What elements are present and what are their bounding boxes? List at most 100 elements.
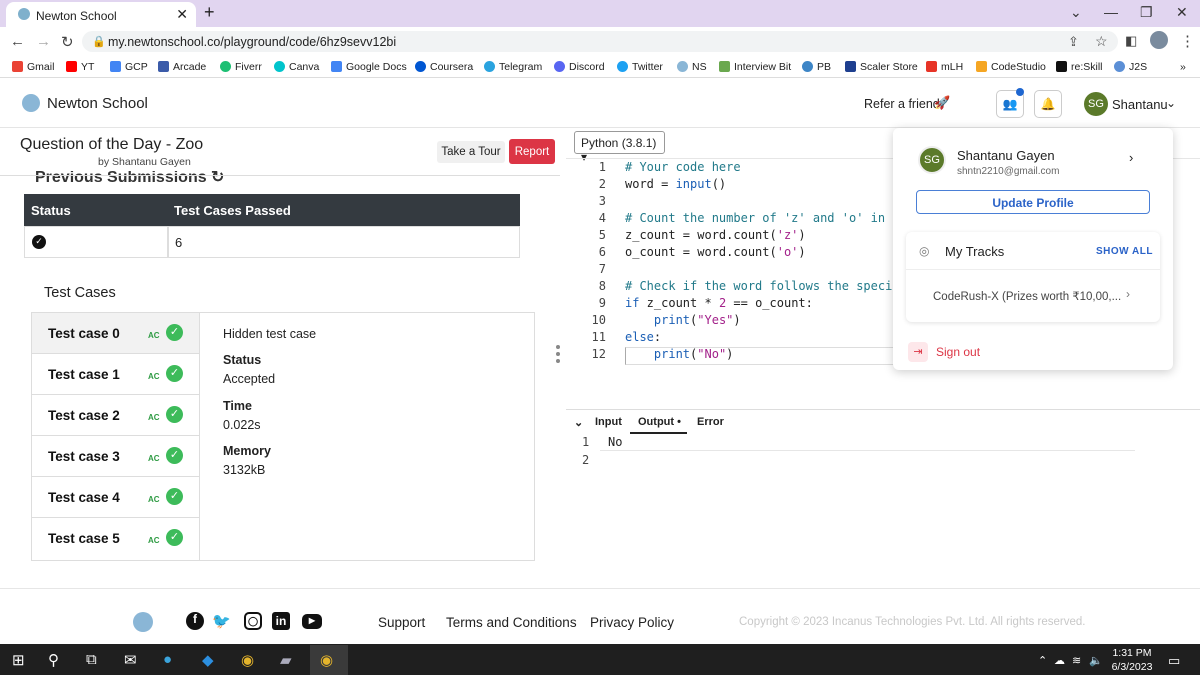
report-button[interactable]: Report — [509, 139, 555, 164]
notes-app-icon[interactable]: ▰ — [280, 651, 292, 669]
collapse-chevron-icon[interactable]: ⌄ — [574, 416, 583, 429]
test-case-item-2[interactable]: Test case 2 AC ✓ — [32, 395, 199, 436]
browser-menu-icon[interactable]: ⋮ — [1180, 32, 1195, 50]
bookmark-pb[interactable]: PB — [802, 61, 831, 73]
test-case-item-5[interactable]: Test case 5 AC ✓ — [32, 518, 199, 559]
test-case-item-1[interactable]: Test case 1 AC ✓ — [32, 354, 199, 395]
new-tab-icon[interactable]: + — [204, 2, 215, 23]
volume-icon[interactable]: 🔈 — [1089, 654, 1103, 667]
footer-divider — [0, 588, 1200, 589]
bookmark-coursera[interactable]: Coursera — [415, 61, 473, 73]
track-item[interactable]: CodeRush-X (Prizes worth ₹10,00,... — [933, 289, 1121, 303]
bookmark-fiverr[interactable]: Fiverr — [220, 61, 262, 73]
share-icon[interactable]: ⇪ — [1068, 34, 1079, 50]
taskbar-clock[interactable]: 1:31 PM 6/3/2023 — [1108, 646, 1156, 674]
bookmark-telegram[interactable]: Telegram — [484, 61, 542, 73]
avatar[interactable]: SG — [1084, 92, 1108, 116]
sign-out-link[interactable]: Sign out — [936, 345, 980, 359]
close-tab-icon[interactable]: ✕ — [176, 6, 188, 23]
mail-icon[interactable]: ✉ — [124, 651, 137, 669]
instagram-icon[interactable]: ◯ — [244, 612, 262, 630]
chevron-right-icon[interactable]: › — [1129, 150, 1133, 165]
wifi-icon[interactable]: ≋ — [1072, 654, 1081, 667]
bookmark-yt[interactable]: YT — [66, 61, 94, 73]
browser-profile-icon[interactable] — [1150, 31, 1168, 49]
search-icon[interactable]: ⚲ — [48, 651, 59, 669]
test-case-item-4[interactable]: Test case 4 AC ✓ — [32, 477, 199, 518]
tray-chevron-up-icon[interactable]: ⌃ — [1038, 654, 1047, 667]
bookmark-star-icon[interactable]: ☆ — [1095, 33, 1108, 50]
sidepanel-icon[interactable]: ◧ — [1125, 33, 1137, 49]
url-field[interactable]: 🔒 my.newtonschool.co/playground/code/6hz… — [82, 31, 1118, 52]
bookmark-google-docs[interactable]: Google Docs — [331, 61, 407, 73]
test-case-item-3[interactable]: Test case 3 AC ✓ — [32, 436, 199, 477]
j2s-icon — [1114, 61, 1125, 72]
windows-start-icon[interactable]: ⊞ — [12, 651, 25, 669]
cloud-icon[interactable]: ☁ — [1054, 654, 1065, 667]
back-icon[interactable]: ← — [10, 33, 25, 50]
bookmark-interview-bit[interactable]: Interview Bit — [719, 61, 791, 73]
bookmark-discord[interactable]: Discord — [554, 61, 605, 73]
privacy-link[interactable]: Privacy Policy — [590, 615, 674, 630]
maximize-icon[interactable]: ❐ — [1140, 4, 1153, 21]
youtube-icon[interactable]: ▶ — [302, 614, 322, 629]
check-circle-icon: ✓ — [166, 365, 183, 382]
bookmark-canva[interactable]: Canva — [274, 61, 319, 73]
my-tracks-title: My Tracks — [945, 244, 1005, 259]
bookmark-arcade[interactable]: Arcade — [158, 61, 206, 73]
chrome-icon[interactable]: ◉ — [241, 651, 254, 669]
task-view-icon[interactable]: ⧉ — [86, 651, 97, 668]
language-select[interactable]: Python (3.8.1) ▾ — [574, 131, 665, 164]
brand-name[interactable]: Newton School — [47, 95, 148, 112]
newton-logo-icon[interactable] — [22, 94, 40, 112]
dropdown-user-name[interactable]: Shantanu Gayen — [957, 148, 1055, 163]
forward-icon[interactable]: → — [36, 33, 51, 50]
bookmark-gmail[interactable]: Gmail — [12, 61, 54, 73]
terms-link[interactable]: Terms and Conditions — [446, 615, 577, 630]
panel-resize-handle[interactable] — [556, 345, 560, 367]
facebook-icon[interactable]: f — [186, 612, 204, 630]
support-link[interactable]: Support — [378, 615, 425, 630]
twitter-icon[interactable]: 🐦 — [212, 612, 231, 630]
minimize-icon[interactable]: — — [1104, 4, 1118, 20]
chevron-right-icon[interactable]: › — [1126, 287, 1130, 301]
bookmark-mlh[interactable]: mLH — [926, 61, 963, 73]
update-profile-button[interactable]: Update Profile — [916, 190, 1150, 214]
code-editor[interactable]: 1 # Your code here 2 word = input() 3 4 # C… — [570, 160, 900, 370]
user-name[interactable]: Shantanu — [1112, 97, 1168, 112]
show-all-link[interactable]: SHOW ALL — [1096, 246, 1153, 257]
take-tour-button[interactable]: Take a Tour — [437, 141, 505, 163]
check-circle-icon: ✓ — [32, 235, 46, 249]
edge-icon[interactable]: ● — [163, 651, 172, 668]
bookmark-twitter[interactable]: Twitter — [617, 61, 663, 73]
tab-error[interactable]: Error — [697, 416, 724, 428]
test-cases-passed-header: Test Cases Passed — [168, 194, 520, 226]
memory-value: 3132kB — [223, 463, 266, 477]
refer-friend-link[interactable]: Refer a friend — [864, 97, 940, 111]
bookmark-scaler-store[interactable]: Scaler Store — [845, 61, 918, 73]
test-case-item-0[interactable]: Test case 0 AC ✓ — [32, 313, 199, 354]
bookmark-j2s[interactable]: J2S — [1114, 61, 1147, 73]
rocket-icon[interactable]: 🚀 — [934, 95, 950, 111]
vscode-icon[interactable]: ◆ — [202, 651, 214, 669]
browser-tab[interactable]: Newton School ✕ — [6, 2, 196, 27]
footer-logo-icon — [133, 612, 153, 632]
bookmark-reskill[interactable]: re:Skill — [1056, 61, 1103, 73]
tab-output[interactable]: Output • — [638, 416, 681, 428]
sign-out-icon[interactable]: ⇥ — [908, 342, 928, 362]
close-window-icon[interactable]: ✕ — [1176, 4, 1188, 21]
bookmark-codestudio[interactable]: CodeStudio — [976, 61, 1046, 73]
chevron-down-icon[interactable]: ⌄ — [1166, 96, 1176, 110]
lock-icon: 🔒 — [92, 36, 106, 48]
tab-search-icon[interactable]: ⌄ — [1070, 4, 1082, 21]
bell-icon[interactable]: 🔔 — [1034, 90, 1062, 118]
linkedin-icon[interactable]: in — [272, 612, 290, 630]
bookmark-ns[interactable]: NS — [677, 61, 707, 73]
reload-icon[interactable]: ↻ — [61, 33, 74, 51]
bookmark-gcp[interactable]: GCP — [110, 61, 148, 73]
tab-input[interactable]: Input — [595, 416, 622, 428]
check-circle-icon: ✓ — [166, 324, 183, 341]
bookmarks-overflow-icon[interactable]: » — [1180, 61, 1186, 73]
chrome-icon[interactable]: ◉ — [320, 651, 333, 669]
notification-center-icon[interactable]: ▭ — [1168, 653, 1180, 669]
